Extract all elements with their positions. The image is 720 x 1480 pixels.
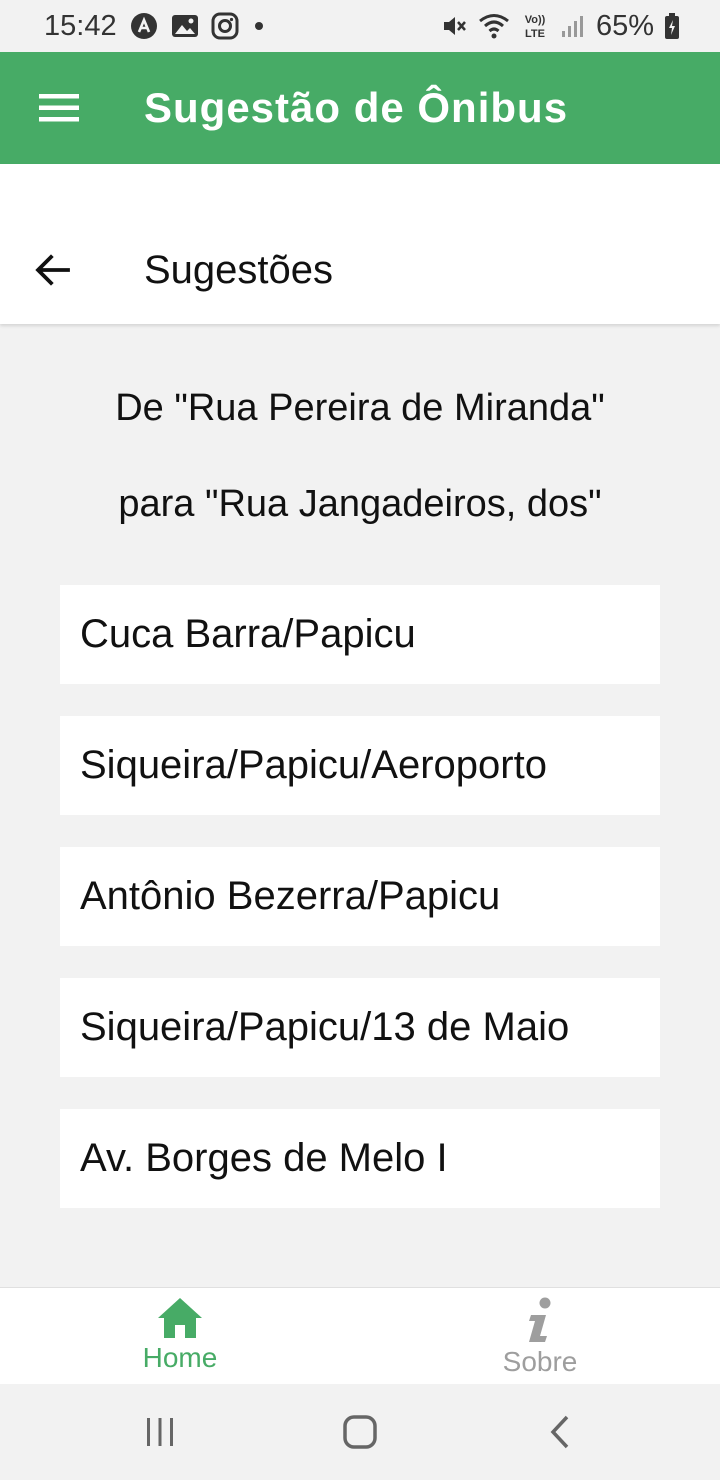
status-left: 15:42 [44,10,267,43]
volte-label: Vo)) [525,14,546,26]
hamburger-menu-icon [39,94,79,122]
suggestion-item[interactable]: Cuca Barra/Papicu [60,585,660,684]
system-navigation-bar [0,1384,720,1480]
suggestion-item[interactable]: Av. Borges de Melo I [60,1109,660,1208]
system-home-button[interactable] [315,1397,405,1467]
suggestion-item[interactable]: Siqueira/Papicu/Aeroporto [60,716,660,815]
signal-icon [560,13,586,39]
instagram-icon [211,12,239,40]
status-right: Vo)) LTE 65% [440,10,680,43]
route-description: De "Rua Pereira de Miranda" para "Rua Ja… [0,360,720,552]
bottom-navigation: Home Sobre [0,1287,720,1384]
route-to: para "Rua Jangadeiros, dos" [118,483,602,525]
home-icon [158,1298,202,1338]
system-back-button[interactable] [515,1397,605,1467]
nav-home-label: Home [142,1342,218,1373]
suggestion-label: Siqueira/Papicu/13 de Maio [80,1005,570,1049]
recent-apps-icon [147,1418,173,1446]
suggestion-label: Antônio Bezerra/Papicu [80,874,501,918]
nav-sobre[interactable]: Sobre [360,1288,720,1385]
nav-home[interactable]: Home [0,1288,360,1385]
assistant-icon [129,11,159,41]
wifi-icon [478,12,510,40]
recent-apps-button[interactable] [115,1397,205,1467]
status-time: 15:42 [44,9,117,42]
dot-icon [251,18,267,34]
app-bar: Sugestão de Ônibus [0,52,720,164]
status-bar: 15:42 Vo)) LTE 65% [0,0,720,52]
lte-icon: Vo)) LTE [520,11,550,41]
suggestion-label: Siqueira/Papicu/Aeroporto [80,743,547,787]
app-title: Sugestão de Ônibus [144,84,569,131]
suggestion-label: Av. Borges de Melo I [80,1136,448,1180]
back-button[interactable] [24,242,80,298]
battery-charging-icon [664,12,680,40]
suggestion-item[interactable]: Antônio Bezerra/Papicu [60,847,660,946]
info-icon [529,1297,551,1342]
suggestions-list: Cuca Barra/Papicu Siqueira/Papicu/Aeropo… [60,585,660,1240]
suggestion-item[interactable]: Siqueira/Papicu/13 de Maio [60,978,660,1077]
nav-sobre-label: Sobre [502,1346,578,1377]
lte-label: LTE [525,28,545,40]
sub-header: Sugestões [0,164,720,324]
page-title: Sugestões [144,248,334,292]
arrow-back-icon [35,254,70,286]
suggestion-label: Cuca Barra/Papicu [80,612,416,656]
mute-icon [440,12,468,40]
back-nav-icon [550,1415,569,1449]
image-icon [171,13,199,39]
route-from: De "Rua Pereira de Miranda" [115,387,605,429]
home-button-icon [343,1415,377,1449]
battery-percent: 65% [595,9,654,42]
menu-button[interactable] [0,52,120,164]
